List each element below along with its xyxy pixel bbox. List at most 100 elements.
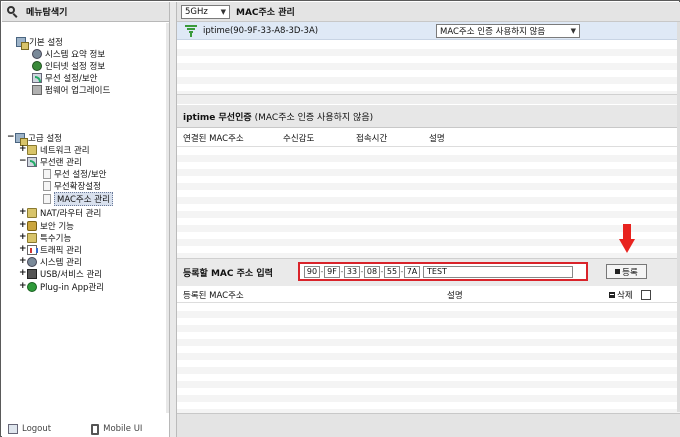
tree-label: 무선 설정/보안 xyxy=(54,169,107,180)
tree-item-nat-router[interactable]: + NAT/라우터 관리 xyxy=(19,207,102,219)
registered-table-body xyxy=(177,304,680,413)
tree-item-special[interactable]: + 특수기능 xyxy=(19,232,71,244)
traffic-icon xyxy=(27,244,38,255)
mac-octet-input[interactable]: 90 xyxy=(304,265,320,278)
plugin-icon xyxy=(27,281,37,292)
tree-item-security[interactable]: + 보안 기능 xyxy=(19,220,74,232)
register-input-box: 90 - 9F - 33 - 08 - 55 - 7A TEST xyxy=(298,262,588,281)
wireless-auth-title: iptime 무선인증 (MAC주소 인증 사용하지 않음) xyxy=(177,105,680,128)
expand-icon[interactable]: + xyxy=(19,257,27,266)
ap-name: iptime(90-9F-33-A8-3D-3A) xyxy=(203,25,319,36)
band-select[interactable]: 5GHz ▼ xyxy=(181,4,230,19)
mac-octet-input[interactable]: 7A xyxy=(404,265,420,278)
tree-label: 인터넷 설정 정보 xyxy=(45,61,106,72)
connected-table-header: 연결된 MAC주소 수신감도 접속시간 설명 xyxy=(177,129,680,147)
mac-octet-input[interactable]: 33 xyxy=(344,265,360,278)
description-input[interactable]: TEST xyxy=(423,265,573,278)
tree-label: 시스템 관리 xyxy=(40,257,82,268)
col-description: 설명 xyxy=(429,133,445,144)
wireless-auth-title-bold: iptime 무선인증 xyxy=(183,112,252,123)
logout-link[interactable]: Logout xyxy=(2,424,51,434)
col-signal: 수신감도 xyxy=(283,133,315,144)
mac-auth-select[interactable]: MAC주소 인증 사용하지 않음 ▼ xyxy=(436,24,580,38)
arrow-down-icon xyxy=(619,224,635,253)
wireless-auth-title-note: (MAC주소 인증 사용하지 않음) xyxy=(254,112,374,123)
page-footer xyxy=(177,413,680,437)
mobile-ui-link[interactable]: Mobile UI xyxy=(91,423,143,435)
sidebar-header: 메뉴탐색기 xyxy=(2,2,169,22)
tree-item-internet-info[interactable]: 인터넷 설정 정보 xyxy=(32,60,106,72)
tree-label: 트래픽 관리 xyxy=(40,245,82,256)
band-value: 5GHz xyxy=(185,6,208,17)
search-icon xyxy=(6,5,20,19)
mac-octet-input[interactable]: 55 xyxy=(384,265,400,278)
system-icon xyxy=(32,48,42,59)
wireless-icon xyxy=(32,72,42,83)
tree-item-usb-service[interactable]: + USB/서비스 관리 xyxy=(19,268,102,280)
select-all-checkbox[interactable] xyxy=(640,290,651,300)
usb-icon xyxy=(27,268,37,279)
sidebar-title: 메뉴탐색기 xyxy=(26,8,68,18)
register-label: 등록할 MAC 주소 입력 xyxy=(183,269,273,279)
tree-item-traffic[interactable]: + 트래픽 관리 xyxy=(19,244,82,256)
collapse-icon[interactable]: − xyxy=(19,157,27,166)
app-window: 메뉴탐색기 기본 설정 시스템 요약 정보 인터넷 설정 정보 무선 설정/보안… xyxy=(0,0,680,437)
delete-label: 삭제 xyxy=(617,291,633,301)
connected-table-body xyxy=(177,148,680,258)
chevron-down-icon: ▼ xyxy=(220,7,226,16)
mac-octet-input[interactable]: 9F xyxy=(324,265,340,278)
tree-item-system[interactable]: + 시스템 관리 xyxy=(19,256,82,268)
expand-icon[interactable]: + xyxy=(19,233,27,242)
expand-icon[interactable]: + xyxy=(19,221,27,230)
tree-label: 고급 설정 xyxy=(28,133,62,144)
expand-icon[interactable]: + xyxy=(19,282,27,291)
special-function-icon xyxy=(27,232,37,243)
auth-mode-value: MAC주소 인증 사용하지 않음 xyxy=(440,27,546,37)
expand-icon[interactable]: + xyxy=(19,269,27,278)
expand-icon[interactable]: + xyxy=(19,245,27,254)
delete-icon xyxy=(609,292,615,298)
expand-icon[interactable]: + xyxy=(19,208,27,217)
mobile-label: Mobile UI xyxy=(103,424,143,434)
col-connect-time: 접속시간 xyxy=(356,133,388,144)
page-icon xyxy=(43,180,51,191)
tree-label: 무선확장설정 xyxy=(54,181,101,192)
tree-basic-settings[interactable]: 기본 설정 xyxy=(16,36,63,50)
mac-octet-input[interactable]: 08 xyxy=(364,265,380,278)
register-icon xyxy=(615,269,621,274)
tree-item-firmware-upgrade[interactable]: 펌웨어 업그레이드 xyxy=(32,84,111,96)
tree-item-wireless-security[interactable]: 무선 설정/보안 xyxy=(43,168,107,180)
logout-label: Logout xyxy=(22,424,52,434)
register-button-label: 등록 xyxy=(622,267,638,278)
lock-icon xyxy=(27,220,37,231)
settings-folder-icon xyxy=(16,36,29,50)
sidebar-scrollbar[interactable] xyxy=(166,23,169,413)
tree-item-network[interactable]: + 네트워크 관리 xyxy=(19,144,90,156)
tree-item-wireless-extension[interactable]: 무선확장설정 xyxy=(43,180,101,192)
tree-label: NAT/라우터 관리 xyxy=(40,208,102,219)
tree-label: 네트워크 관리 xyxy=(40,145,90,156)
page-icon xyxy=(43,193,51,204)
page-icon xyxy=(43,168,51,179)
tree-label: 펌웨어 업그레이드 xyxy=(45,85,111,96)
tree-item-mac-address[interactable]: MAC주소 관리 xyxy=(43,191,113,206)
internet-icon xyxy=(32,60,42,71)
register-bar: 등록할 MAC 주소 입력 90 - 9F - 33 - 08 - 55 - 7… xyxy=(177,258,680,286)
expand-icon[interactable]: + xyxy=(19,145,27,154)
register-button[interactable]: 등록 xyxy=(606,264,647,279)
col-connected-mac: 연결된 MAC주소 xyxy=(183,133,244,144)
router-icon xyxy=(27,207,37,218)
collapse-icon[interactable]: − xyxy=(7,133,15,142)
tree-item-wireless-security-basic[interactable]: 무선 설정/보안 xyxy=(32,72,98,84)
mobile-icon xyxy=(91,423,100,435)
tree-advanced-settings[interactable]: − 고급 설정 xyxy=(7,132,62,146)
page-title: MAC주소 관리 xyxy=(236,8,295,18)
tree-item-plugin-app[interactable]: + Plug-in App관리 xyxy=(19,281,105,293)
network-icon xyxy=(27,144,37,155)
ap-row[interactable]: iptime(90-9F-33-A8-3D-3A) MAC주소 인증 사용하지 … xyxy=(177,22,680,40)
tree-label: Plug-in App관리 xyxy=(40,282,105,293)
tree-label: 무선랜 관리 xyxy=(40,157,82,168)
tree-item-system-summary[interactable]: 시스템 요약 정보 xyxy=(32,48,105,60)
main-panel: 5GHz ▼ MAC주소 관리 iptime(90-9F-33-A8-3D-3A… xyxy=(177,2,680,437)
tree-item-wireless-lan[interactable]: − 무선랜 관리 xyxy=(19,156,82,168)
